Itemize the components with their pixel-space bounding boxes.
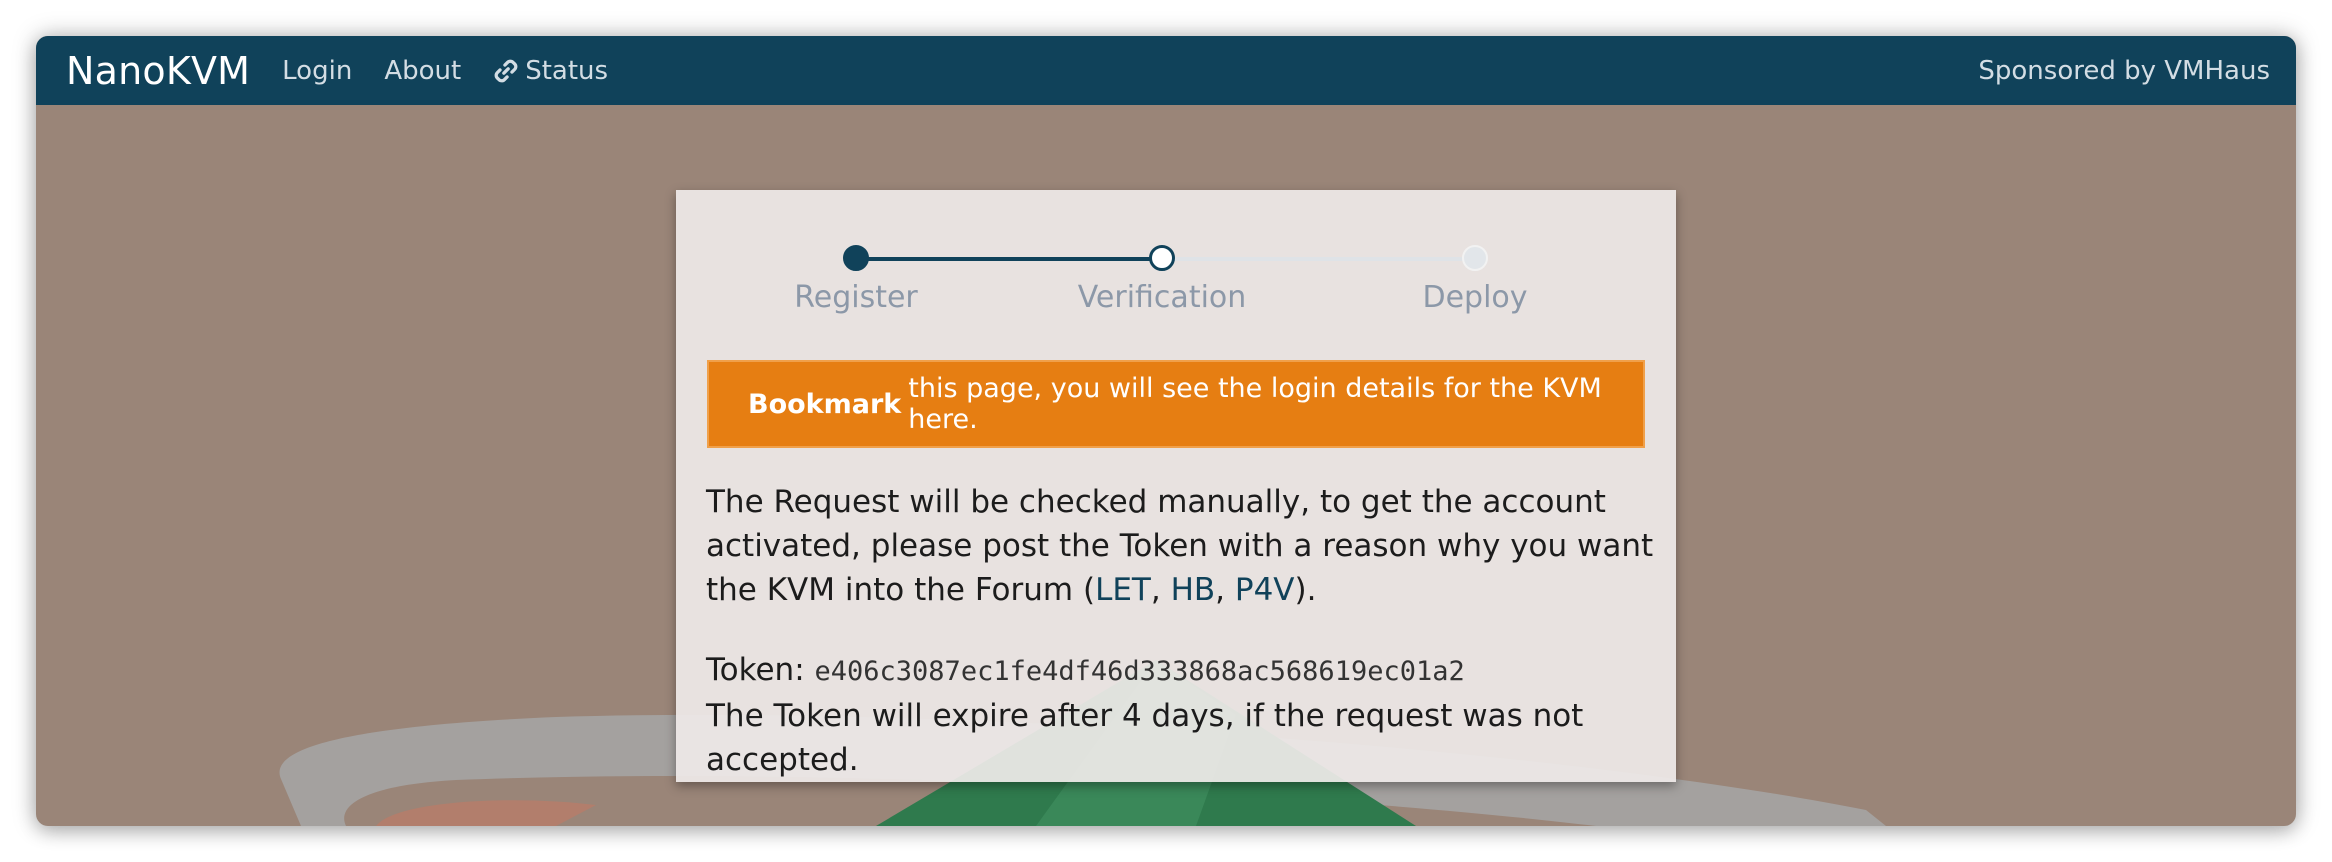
step-connector-pending bbox=[1162, 257, 1466, 261]
nav-about-link[interactable]: About bbox=[384, 56, 461, 86]
token-expiry-text: The Token will expire after 4 days, if t… bbox=[706, 698, 1584, 778]
forum-link-p4v[interactable]: P4V bbox=[1235, 572, 1295, 608]
progress-steps: Register Verification Deploy bbox=[676, 190, 1676, 340]
nav-about-label: About bbox=[384, 55, 462, 86]
token-label: Token: bbox=[706, 652, 805, 688]
instructions-suffix: ). bbox=[1294, 572, 1317, 608]
token-value[interactable]: e406c3087ec1fe4df46d333868ac568619ec01a2 bbox=[815, 656, 1465, 687]
bookmark-alert: Bookmark this page, you will see the log… bbox=[707, 360, 1645, 448]
alert-bold-text: Bookmark bbox=[748, 388, 902, 420]
navbar: NanoKVM Login About Status Sponsored by … bbox=[36, 36, 2296, 105]
step-dot-register bbox=[843, 245, 869, 271]
nav-login-link[interactable]: Login bbox=[282, 56, 352, 86]
step-connector-complete bbox=[858, 257, 1162, 261]
browser-window: NanoKVM Login About Status Sponsored by … bbox=[36, 36, 2296, 826]
step-dot-deploy bbox=[1462, 245, 1488, 271]
forum-link-let[interactable]: LET bbox=[1095, 572, 1151, 608]
link-icon bbox=[494, 59, 518, 82]
instructions-paragraph: The Request will be checked manually, to… bbox=[706, 480, 1666, 612]
forum-link-hb[interactable]: HB bbox=[1171, 572, 1216, 608]
nav-login-label: Login bbox=[282, 55, 353, 86]
token-line: Token: e406c3087ec1fe4df46d333868ac56861… bbox=[706, 648, 1666, 694]
brand-logo[interactable]: NanoKVM bbox=[66, 49, 250, 93]
nav-status-label: Status bbox=[525, 55, 609, 86]
step-dot-verification bbox=[1149, 245, 1175, 271]
token-section: Token: e406c3087ec1fe4df46d333868ac56861… bbox=[706, 648, 1666, 782]
nav-status-link[interactable]: Status bbox=[493, 56, 608, 86]
sponsor-link[interactable]: Sponsored by VMHaus bbox=[1978, 36, 2270, 105]
step-label-deploy: Deploy bbox=[1422, 280, 1528, 315]
step-label-verification: Verification bbox=[1077, 280, 1247, 315]
registration-card: Register Verification Deploy Bookmark th… bbox=[676, 190, 1676, 782]
alert-text: this page, you will see the login detail… bbox=[908, 373, 1602, 435]
link-separator: , bbox=[1215, 572, 1235, 608]
step-label-register: Register bbox=[794, 280, 918, 315]
link-separator: , bbox=[1150, 572, 1171, 608]
